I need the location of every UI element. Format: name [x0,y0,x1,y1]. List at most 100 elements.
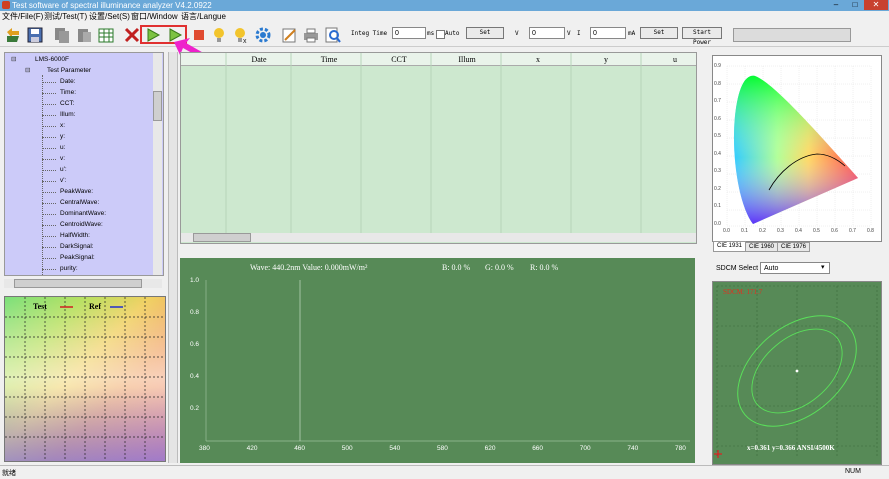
tree-item[interactable]: purity: [60,265,78,273]
cie-x-tick-label: 0.2 [759,228,766,234]
menu-language[interactable]: 语言/Langue [181,12,226,22]
status-ready: 就绪 [2,470,16,477]
test-legend-label: Test [33,302,47,311]
tree-item[interactable]: CCT: [60,100,74,108]
tree-item[interactable]: u': [60,166,67,174]
current-unit: mA [628,30,636,37]
sdcm-select[interactable]: Auto ▾ [760,262,830,274]
y-tick-label: 0.6 [190,341,200,348]
tree-item[interactable]: CentralWave: [60,199,99,207]
open-icon[interactable] [4,26,22,44]
tree-item[interactable]: HalfWidth: [60,232,90,240]
tree-connector [42,126,56,127]
paste-icon[interactable] [75,26,93,44]
tree-scrollbar[interactable] [153,53,162,275]
tree-root[interactable]: LMS-6000F [35,56,69,64]
cie-tabs: CIE 1931 CIE 1960 CIE 1976 [713,241,813,252]
auto-checkbox[interactable] [436,30,445,39]
cie-y-tick-label: 0.6 [714,115,721,122]
close-button[interactable]: ✕ [864,0,888,10]
integ-time-input[interactable]: 0 [392,27,426,39]
tree-connector [42,137,56,138]
y-tick-label: 0.8 [190,309,200,316]
menu-test[interactable]: 测试/Test(T) [44,12,87,22]
tab-cie-1931[interactable]: CIE 1931 [713,241,746,252]
tree-item[interactable]: v': [60,177,66,185]
auto-label: Auto [445,30,460,37]
tree-connector [42,104,56,105]
preview-search-icon[interactable] [324,26,342,44]
tree-expander-group[interactable]: ⊟ [25,67,30,75]
cie-y-tick-label: 0.1 [714,203,721,209]
tab-cie-1976[interactable]: CIE 1976 [777,242,810,252]
tree-item[interactable]: PeakSignal: [60,254,95,262]
x-tick-label: 700 [579,445,591,452]
results-table: Date Time CCT Illum x y u [180,52,697,244]
set-integ-button[interactable]: Set [466,27,504,39]
title-bar: Test software of spectral illuminance an… [0,0,889,11]
table-gridlines [225,53,642,233]
tree-item[interactable]: Illum: [60,111,76,119]
color-square-grid [5,297,165,461]
menu-set[interactable]: 设置/Set(S) [89,12,130,22]
tree-group[interactable]: Test Parameter [47,67,91,75]
window-title: Test software of spectral illuminance an… [12,1,212,10]
set-power-button[interactable]: Set [640,27,678,39]
x-tick-label: 580 [437,445,448,452]
edit-icon[interactable] [280,26,298,44]
x-tick-label: 420 [246,445,258,452]
gear-icon[interactable] [254,26,272,44]
tree-item[interactable]: x: [60,122,65,130]
menu-window[interactable]: 窗口/Window [131,12,178,22]
tree-guide-line [42,75,43,275]
x-tick-label: 380 [199,445,210,452]
tree-connector [42,269,56,270]
tree-item[interactable]: PeakWave: [60,188,93,196]
tree-hscrollbar[interactable] [4,279,162,288]
y-tick-label: 0.2 [190,405,200,412]
tree-item[interactable]: y: [60,133,65,141]
cie-diagram [726,65,872,227]
cie-x-tick-label: 0.4 [795,228,802,234]
tree-item[interactable]: Date: [60,78,76,86]
cie-y-tick-label: 0.0 [714,220,721,227]
voltage-input[interactable]: 0 [529,27,565,39]
spectrum-plot [205,280,690,442]
table-hscrollbar[interactable] [181,233,696,242]
tree-connector [42,214,56,215]
tree-item[interactable]: v: [60,155,65,163]
tree-item[interactable]: CentroidWave: [60,221,103,229]
chevron-down-icon: ▾ [821,264,825,271]
current-input[interactable]: 0 [590,27,626,39]
tree-hscroll-thumb[interactable] [14,279,142,288]
menu-file[interactable]: 文件/File(F) [2,12,43,22]
tree-connector [42,192,56,193]
cie-x-tick-label: 0.6 [831,228,838,234]
save-icon[interactable] [26,26,44,44]
y-tick-label: 0.4 [190,373,200,380]
tree-connector [42,258,56,259]
tree-item[interactable]: Time: [60,89,76,97]
menu-bar: 文件/File(F) 测试/Test(T) 设置/Set(S) 窗口/Windo… [0,11,889,23]
sdcm-readout: x=0.361 y=0.366 ANSI/4500K [747,444,835,452]
maximize-button[interactable]: □ [846,0,864,10]
tree-expander-root[interactable]: ⊟ [11,56,16,64]
spreadsheet-icon[interactable] [97,26,115,44]
print-icon[interactable] [302,26,320,44]
ref-legend-label: Ref [89,302,101,311]
tab-cie-1960[interactable]: CIE 1960 [745,242,778,252]
delete-icon[interactable] [123,26,141,44]
tree-item[interactable]: DominantWave: [60,210,106,218]
tree-scroll-thumb[interactable] [153,91,162,121]
vertical-splitter[interactable] [168,52,178,463]
tree-item[interactable]: u: [60,144,65,152]
play-icon[interactable] [144,26,162,44]
minimize-button[interactable]: – [826,0,846,10]
copy-icon[interactable] [53,26,71,44]
sdcm-plot [714,285,878,458]
tree-item[interactable]: DarkSignal: [60,243,94,251]
tree-connector [42,236,56,237]
start-power-button[interactable]: Start Power [682,27,722,46]
x-tick-label: 620 [484,445,496,452]
table-hscroll-thumb[interactable] [193,233,251,242]
